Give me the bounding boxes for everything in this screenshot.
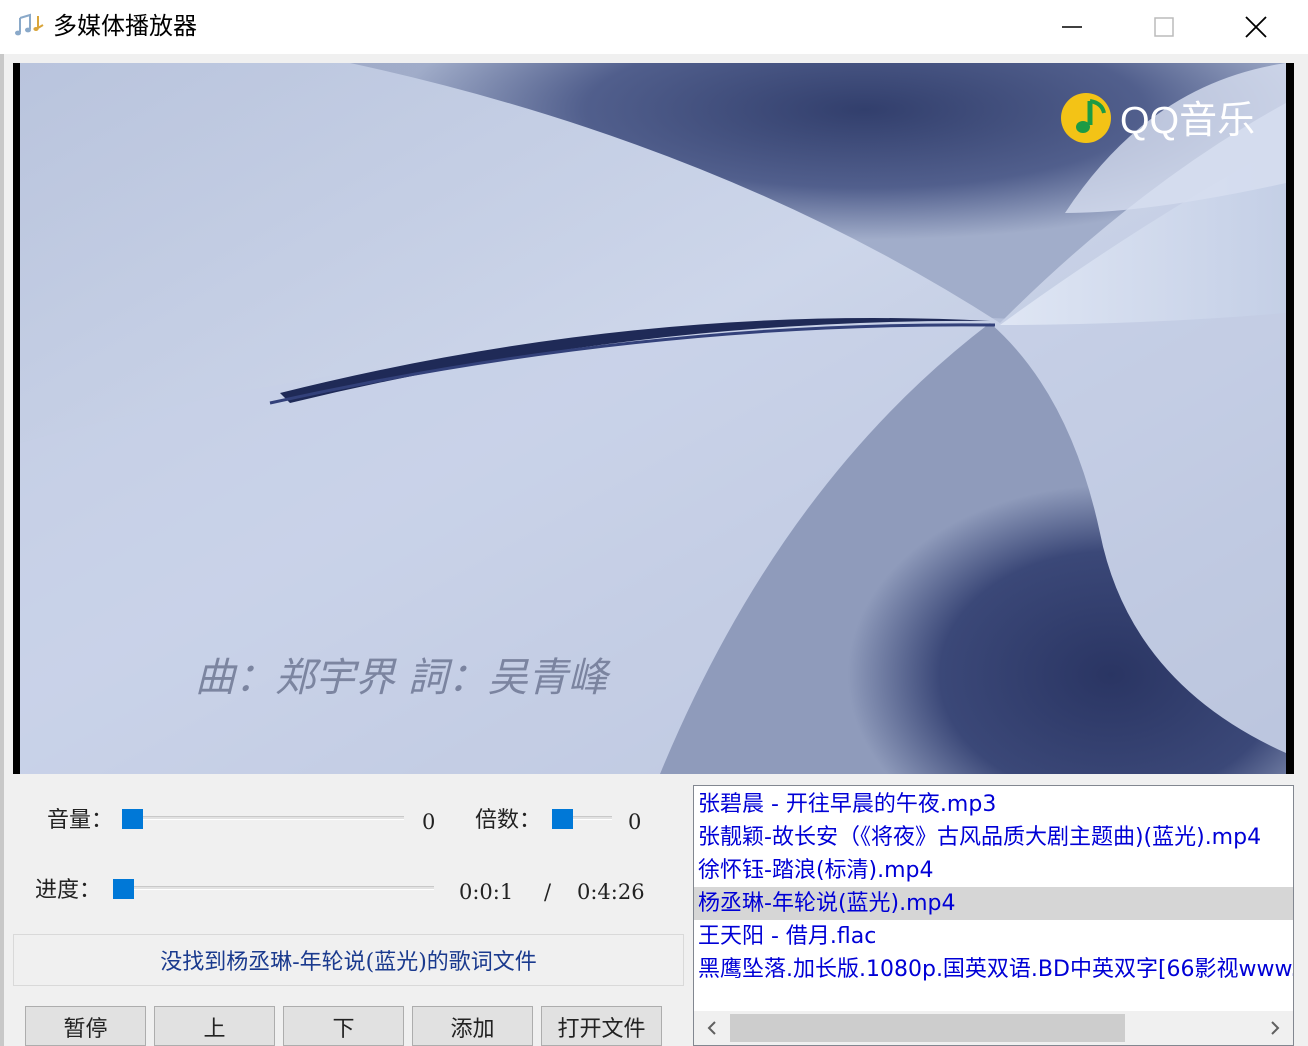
volume-value: 0 [422, 810, 436, 834]
playlist-item[interactable]: 张靓颖-故长安（《将夜》古风品质大剧主题曲)(蓝光).mp4 [694, 821, 1293, 854]
next-button[interactable]: 下 [283, 1006, 404, 1046]
pause-button[interactable]: 暂停 [25, 1006, 146, 1046]
progress-current-time: 0:0:1 [459, 880, 514, 904]
video-player[interactable]: QQ音乐 曲：郑宇界 詞：吴青峰 [13, 63, 1294, 774]
volume-label: 音量： [47, 808, 114, 833]
speed-value: 0 [628, 810, 642, 834]
window-title: 多媒体播放器 [53, 12, 197, 40]
volume-slider-track[interactable] [126, 816, 404, 820]
speed-label: 倍数： [475, 808, 542, 833]
maximize-button[interactable] [1118, 0, 1210, 54]
window-edge [0, 54, 4, 1046]
previous-button[interactable]: 上 [154, 1006, 275, 1046]
close-button[interactable] [1210, 0, 1302, 54]
chevron-left-icon [707, 1021, 716, 1035]
scroll-right-button[interactable] [1257, 1011, 1293, 1045]
lyric-status-text: 没找到杨丞琳-年轮说(蓝光)的歌词文件 [160, 950, 537, 975]
maximize-icon [1154, 17, 1174, 37]
lyric-display: 没找到杨丞琳-年轮说(蓝光)的歌词文件 [13, 934, 684, 986]
minimize-button[interactable] [1026, 0, 1118, 54]
window-edge-right [1300, 54, 1308, 1046]
watermark-text: QQ音乐 [1120, 100, 1255, 142]
playlist[interactable]: 张碧晨 - 开往早晨的午夜.mp3 张靓颖-故长安（《将夜》古风品质大剧主题曲)… [693, 785, 1294, 1046]
speed-slider-thumb[interactable] [552, 809, 573, 829]
playlist-item[interactable]: 黑鹰坠落.加长版.1080p.国英双语.BD中英双字[66影视www.66ys.… [694, 953, 1293, 986]
minimize-icon [1062, 26, 1082, 28]
handwritten-credits: 曲：郑宇界 詞：吴青峰 [195, 655, 611, 701]
open-file-button[interactable]: 打开文件 [541, 1006, 662, 1046]
qq-music-logo: QQ音乐 [1061, 93, 1255, 143]
playlist-item[interactable]: 徐怀钰-踏浪(标清).mp4 [694, 854, 1293, 887]
add-button[interactable]: 添加 [412, 1006, 533, 1046]
chevron-right-icon [1271, 1021, 1280, 1035]
progress-slider-thumb[interactable] [113, 879, 135, 899]
playlist-item[interactable]: 张碧晨 - 开往早晨的午夜.mp3 [694, 788, 1293, 821]
horizontal-scrollbar[interactable] [694, 1011, 1293, 1045]
close-icon [1245, 16, 1267, 38]
progress-label: 进度： [35, 878, 102, 903]
progress-separator: / [544, 880, 552, 904]
progress-slider-track[interactable] [114, 886, 434, 890]
playlist-item[interactable]: 王天阳 - 借月.flac [694, 920, 1293, 953]
volume-slider-thumb[interactable] [122, 809, 143, 829]
progress-total-time: 0:4:26 [577, 880, 645, 904]
scroll-thumb[interactable] [730, 1014, 1125, 1042]
video-frame: QQ音乐 曲：郑宇界 詞：吴青峰 [20, 63, 1286, 774]
playlist-item[interactable]: 杨丞琳-年轮说(蓝光).mp4 [694, 887, 1293, 920]
title-bar: 多媒体播放器 [0, 0, 1308, 54]
music-notes-icon [14, 12, 48, 40]
scroll-left-button[interactable] [694, 1011, 730, 1045]
